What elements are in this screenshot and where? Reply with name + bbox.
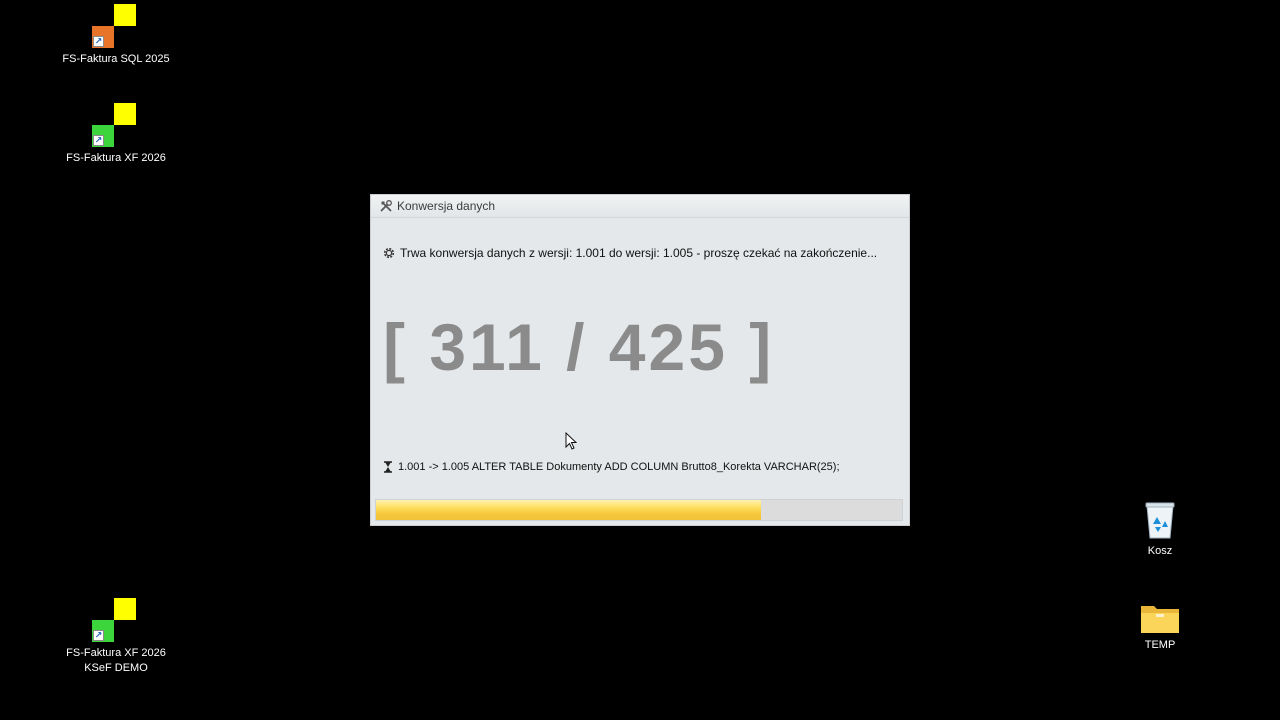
logo-yellow-square: [114, 103, 136, 125]
logo-yellow-square: [114, 4, 136, 26]
shortcut-arrow-icon: ↗: [93, 630, 104, 641]
folder-icon: [1141, 606, 1179, 633]
desktop-icon-fs-faktura-xf-2026[interactable]: ↗ FS-Faktura XF 2026: [56, 103, 176, 166]
desktop: ↗ FS-Faktura SQL 2025 ↗ FS-Faktura XF 20…: [0, 0, 1280, 720]
desktop-icon-fs-faktura-xf-2026-ksef-demo[interactable]: ↗ FS-Faktura XF 2026 KSeF DEMO: [56, 598, 176, 676]
fs-faktura-logo-icon: ↗: [92, 103, 140, 147]
status-text: Trwa konwersja danych z wersji: 1.001 do…: [400, 246, 878, 260]
tools-icon: [380, 200, 392, 212]
status-line: Trwa konwersja danych z wersji: 1.001 do…: [382, 246, 877, 260]
shortcut-arrow-icon: ↗: [93, 135, 104, 146]
desktop-icon-label: FS-Faktura XF 2026: [66, 152, 166, 164]
desktop-icon-fs-faktura-sql-2025[interactable]: ↗ FS-Faktura SQL 2025: [56, 4, 176, 67]
dialog-title-bar[interactable]: Konwersja danych: [371, 195, 909, 218]
label-line-1: FS-Faktura XF 2026: [66, 647, 166, 659]
progress-bar-fill: [376, 500, 762, 520]
fs-faktura-logo-icon: ↗: [92, 4, 140, 48]
sql-text: 1.001 -> 1.005 ALTER TABLE Dokumenty ADD…: [398, 461, 840, 473]
current-sql-line: 1.001 -> 1.005 ALTER TABLE Dokumenty ADD…: [382, 461, 840, 473]
fs-faktura-logo-icon: ↗: [92, 598, 140, 642]
label-line-2: KSeF DEMO: [84, 662, 148, 674]
gear-icon: [383, 247, 395, 259]
mouse-cursor-icon: [565, 432, 577, 450]
shortcut-arrow-icon: ↗: [93, 36, 104, 47]
conversion-dialog: Konwersja danych Trwa konwersja danych z…: [370, 194, 910, 526]
dialog-title: Konwersja danych: [397, 199, 496, 213]
logo-yellow-square: [114, 598, 136, 620]
desktop-icon-temp[interactable]: TEMP: [1100, 602, 1220, 653]
hourglass-icon: [384, 461, 392, 473]
desktop-icon-label: FS-Faktura SQL 2025: [62, 53, 170, 65]
desktop-icon-label: Kosz: [1147, 545, 1173, 557]
desktop-icon-label: TEMP: [1144, 639, 1176, 651]
progress-bar: [375, 499, 903, 521]
desktop-icon-kosz[interactable]: Kosz: [1100, 500, 1220, 559]
recycle-bin-icon: [1145, 502, 1175, 539]
desktop-icon-label: FS-Faktura XF 2026 KSeF DEMO: [56, 646, 176, 676]
progress-counter: [ 311 / 425 ]: [383, 310, 775, 384]
